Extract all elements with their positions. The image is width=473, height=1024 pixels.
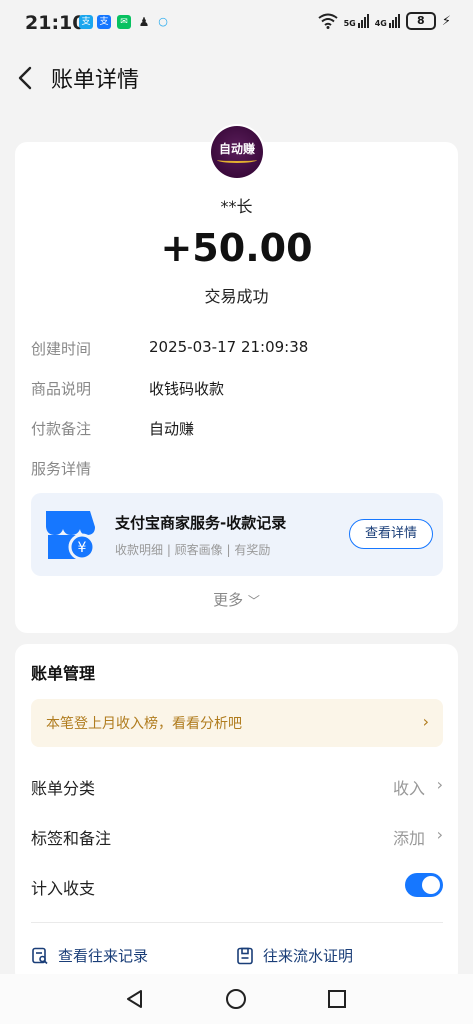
detail-label: 创建时间 — [31, 340, 92, 358]
chevron-right-icon: › — [422, 712, 429, 731]
wechat-notification-icon: ✉ — [117, 15, 131, 29]
battery-icon: 8 — [405, 12, 436, 30]
signal-5g-icon: 5G — [344, 14, 369, 28]
transaction-amount: +50.00 — [160, 226, 313, 270]
nav-recents-icon[interactable] — [326, 988, 348, 1010]
system-status: 5G 4G 8 ⚡ — [317, 12, 451, 30]
detail-label: 服务详情 — [31, 460, 92, 478]
store-icon: ¥ — [46, 511, 96, 561]
chevron-right-icon: › — [436, 825, 443, 844]
clock: 21:10 — [25, 12, 86, 34]
certificate-icon — [237, 947, 253, 964]
row-value: 添加 — [392, 829, 425, 848]
detail-value: 2025-03-17 21:09:38 — [149, 338, 309, 356]
document-search-icon — [32, 947, 48, 964]
page-title: 账单详情 — [51, 68, 140, 93]
signal-4g-icon: 4G — [375, 14, 400, 28]
row-label: 账单分类 — [31, 779, 96, 798]
detail-value: 收钱码收款 — [149, 380, 225, 398]
detail-value: 自动赚 — [149, 420, 195, 438]
section-title: 账单管理 — [31, 664, 96, 683]
wifi-icon — [317, 13, 338, 29]
link-label: 查看往来记录 — [58, 947, 149, 965]
more-label: 更多 — [213, 591, 244, 609]
alipay-notification-icon: 支 — [97, 15, 111, 29]
merchant-service-card[interactable]: ¥ 支付宝商家服务-收款记录 收款明细 | 顾客画像 | 有奖励 查看详情 — [31, 493, 443, 576]
include-in-stats-toggle[interactable] — [405, 873, 443, 897]
header: 账单详情 — [0, 48, 473, 108]
row-label: 计入收支 — [31, 879, 96, 898]
bill-management-card — [15, 644, 458, 984]
promo-text: 本笔登上月收入榜，看看分析吧 — [46, 716, 242, 732]
back-arrow-icon[interactable] — [14, 64, 38, 92]
avatar-logo-arc — [217, 157, 257, 163]
payer-name: **长 — [220, 197, 253, 216]
avatar-logo-text: 自动赚 — [218, 141, 255, 156]
divider — [31, 922, 443, 923]
system-navigation-bar — [0, 974, 473, 1024]
detail-label: 付款备注 — [31, 420, 92, 438]
transaction-proof-link[interactable]: 往来流水证明 — [236, 945, 353, 966]
svg-text:¥: ¥ — [78, 540, 87, 556]
qq-notification-icon: ♟ — [138, 15, 150, 29]
detail-label: 商品说明 — [31, 380, 92, 398]
row-value: 收入 — [392, 779, 425, 798]
status-bar: 21:10 支 支 ✉ ♟ ○ 5G 4G 8 ⚡ — [0, 0, 473, 48]
merchant-avatar[interactable]: 自动赚 — [211, 126, 263, 178]
alipay-notification-icon: 支 — [79, 15, 93, 29]
toggle-knob — [422, 876, 440, 894]
view-history-link[interactable]: 查看往来记录 — [31, 945, 148, 966]
row-label: 标签和备注 — [31, 829, 112, 848]
nav-home-icon[interactable] — [225, 988, 247, 1010]
view-details-button[interactable]: 查看详情 — [349, 519, 433, 549]
nav-back-icon[interactable] — [124, 988, 146, 1010]
charging-icon: ⚡ — [441, 13, 451, 29]
transaction-status: 交易成功 — [204, 287, 269, 306]
income-ranking-banner[interactable]: 本笔登上月收入榜，看看分析吧 › — [31, 699, 443, 747]
more-toggle[interactable]: 更多 ﹀ — [0, 589, 473, 610]
service-title: 支付宝商家服务-收款记录 — [115, 514, 287, 532]
chat-notification-icon: ○ — [158, 15, 168, 28]
chevron-down-icon: ﹀ — [247, 594, 260, 608]
service-subtitle: 收款明细 | 顾客画像 | 有奖励 — [115, 543, 271, 557]
link-label: 往来流水证明 — [263, 947, 354, 965]
chevron-right-icon: › — [436, 775, 443, 794]
